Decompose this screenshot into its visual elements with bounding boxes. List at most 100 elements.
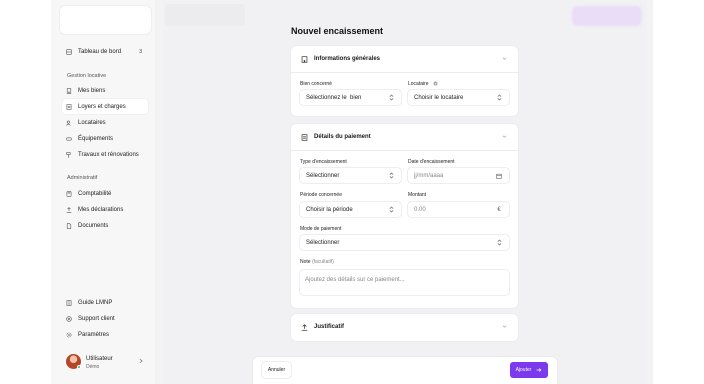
euro-suffix: € bbox=[497, 206, 501, 213]
receipt-icon bbox=[301, 133, 308, 141]
sidebar-item-label: Locataires bbox=[78, 119, 106, 126]
bien-label: Bien concerné bbox=[300, 81, 332, 87]
file-icon bbox=[66, 222, 72, 229]
sidebar-item-label: Travaux et rénovations bbox=[78, 151, 139, 158]
chevron-updown-icon bbox=[388, 206, 394, 213]
card-justificatif[interactable]: Justificatif bbox=[291, 314, 518, 341]
bien-select-value: Sélectionnez le bien bbox=[306, 94, 362, 101]
note-textarea[interactable]: Ajoutez des détails sur ce paiement... bbox=[300, 270, 509, 295]
card-header[interactable]: Informations générales bbox=[291, 46, 518, 72]
type-select-value: Sélectionner bbox=[306, 172, 340, 179]
info-icon[interactable] bbox=[433, 81, 438, 86]
chevron-down-icon[interactable] bbox=[502, 134, 507, 139]
card-header[interactable]: Détails du paiement bbox=[291, 124, 518, 150]
sidebar-item-support[interactable]: Support client bbox=[62, 311, 148, 326]
bien-select[interactable]: Sélectionnez le bien bbox=[300, 90, 401, 105]
section-label-gestion: Gestion locative bbox=[67, 73, 107, 79]
sidebar-item-equipements[interactable]: Équipements bbox=[62, 131, 148, 146]
cancel-button[interactable]: Annuler bbox=[262, 362, 291, 378]
type-select[interactable]: Sélectionner bbox=[300, 168, 401, 183]
dashboard-icon bbox=[66, 48, 72, 55]
users-icon bbox=[66, 120, 72, 126]
sidebar-item-label: Mes déclarations bbox=[78, 206, 124, 213]
building-icon bbox=[301, 55, 308, 63]
chevron-updown-icon bbox=[496, 94, 502, 101]
periode-select-value: Choisir la période bbox=[306, 206, 353, 213]
sidebar-item-travaux[interactable]: Travaux et rénovations bbox=[62, 147, 148, 162]
divider bbox=[291, 150, 518, 151]
sidebar-item-loyers[interactable]: Loyers et charges bbox=[62, 99, 148, 114]
online-status-dot bbox=[77, 365, 81, 369]
user-role: Démo bbox=[86, 364, 100, 370]
mode-select[interactable]: Sélectionner bbox=[300, 235, 509, 250]
gear-icon bbox=[66, 332, 72, 338]
date-label: Date d'encaissement bbox=[408, 159, 455, 165]
sidebar-item-declarations[interactable]: Mes déclarations bbox=[62, 202, 148, 217]
receipt-icon bbox=[66, 103, 72, 110]
sidebar-item-label: Guide LMNP bbox=[78, 299, 113, 306]
divider bbox=[291, 72, 518, 73]
page-title: Nouvel encaissement bbox=[291, 26, 384, 36]
sidebar-item-locataires[interactable]: Locataires bbox=[62, 115, 148, 130]
chevron-updown-icon bbox=[496, 239, 502, 246]
date-input-placeholder: jj/mm/aaaa bbox=[414, 172, 444, 179]
sidebar-item-guide[interactable]: Guide LMNP bbox=[62, 295, 148, 310]
user-menu[interactable]: Utilisateur Démo bbox=[66, 354, 148, 371]
note-optional: (facultatif) bbox=[311, 259, 334, 265]
calculator-icon bbox=[66, 190, 72, 197]
sidebar-item-dashboard[interactable]: Tableau de bord 3 bbox=[62, 44, 148, 59]
periode-label: Période concernée bbox=[300, 192, 342, 198]
card-header[interactable]: Justificatif bbox=[291, 314, 518, 340]
card-title: Justificatif bbox=[314, 324, 345, 330]
montant-input-placeholder: 0.00 bbox=[414, 206, 426, 213]
sidebar-item-documents[interactable]: Documents bbox=[62, 218, 148, 233]
note-placeholder: Ajoutez des détails sur ce paiement... bbox=[305, 277, 405, 283]
arrow-right-icon bbox=[537, 368, 542, 372]
chevron-updown-icon bbox=[388, 172, 394, 179]
chevron-updown-icon bbox=[388, 94, 394, 101]
note-label: Note (facultatif) bbox=[300, 259, 334, 265]
upload-icon bbox=[66, 206, 72, 213]
chevron-down-icon[interactable] bbox=[502, 56, 507, 61]
sidebar-item-label: Tableau de bord bbox=[78, 48, 122, 55]
sidebar-item-comptabilite[interactable]: Comptabilité bbox=[62, 186, 148, 201]
blurred-accent bbox=[572, 6, 642, 26]
add-button-label: Ajouter bbox=[515, 367, 532, 373]
mode-select-value: Sélectionner bbox=[306, 239, 340, 246]
sidebar-item-parametres[interactable]: Paramètres bbox=[62, 327, 148, 342]
logo-area bbox=[60, 6, 151, 34]
help-icon bbox=[66, 315, 72, 322]
hammer-icon bbox=[66, 151, 72, 158]
date-input[interactable]: jj/mm/aaaa bbox=[408, 168, 509, 183]
sidebar-item-mes-biens[interactable]: Mes biens bbox=[62, 83, 148, 98]
type-label: Type d'encaissement bbox=[300, 159, 347, 165]
sofa-icon bbox=[66, 136, 72, 142]
locataire-label-text: Locataire bbox=[408, 81, 429, 87]
chevron-right-icon bbox=[139, 358, 143, 364]
upload-icon bbox=[301, 323, 308, 331]
add-button[interactable]: Ajouter bbox=[510, 362, 548, 378]
notification-badge: 3 bbox=[139, 48, 142, 55]
card-title: Détails du paiement bbox=[314, 134, 371, 140]
building-icon bbox=[66, 87, 72, 94]
sidebar-item-label: Équipements bbox=[78, 135, 114, 142]
sidebar-item-label: Comptabilité bbox=[78, 190, 112, 197]
sidebar-item-label: Support client bbox=[78, 315, 115, 322]
section-label-admin: Administratif bbox=[67, 175, 98, 181]
periode-select[interactable]: Choisir la période bbox=[300, 202, 401, 217]
note-label-text: Note bbox=[300, 259, 311, 265]
locataire-label: Locataire bbox=[408, 81, 438, 87]
calendar-icon[interactable] bbox=[496, 172, 502, 179]
user-name: Utilisateur bbox=[86, 356, 113, 362]
blurred-header bbox=[165, 4, 245, 26]
sidebar-item-label: Paramètres bbox=[78, 331, 110, 338]
mode-label: Mode de paiement bbox=[300, 226, 342, 232]
montant-label: Montant bbox=[408, 192, 427, 198]
chevron-down-icon[interactable] bbox=[502, 324, 507, 329]
locataire-select[interactable]: Choisir le locataire bbox=[408, 90, 509, 105]
sidebar-item-label: Mes biens bbox=[78, 87, 106, 94]
sidebar-item-label: Documents bbox=[78, 222, 109, 229]
montant-input[interactable]: 0.00 € bbox=[408, 202, 509, 217]
book-icon bbox=[66, 299, 72, 306]
locataire-select-value: Choisir le locataire bbox=[414, 94, 464, 101]
